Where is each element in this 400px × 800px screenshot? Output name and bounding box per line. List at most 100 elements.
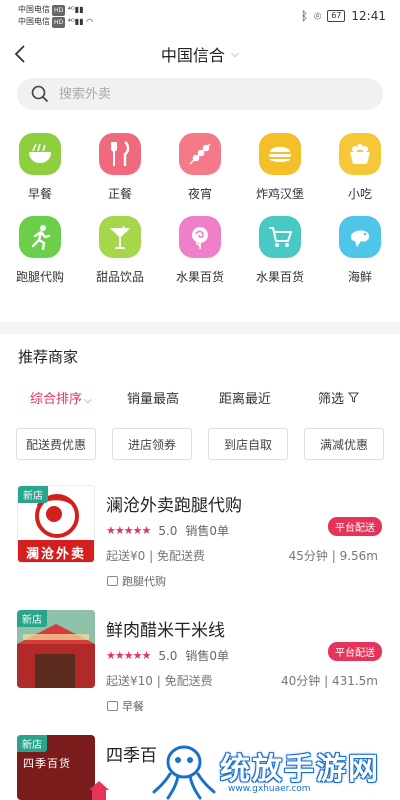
star-rating-icon: ★★★★★	[106, 524, 151, 537]
back-arrow-icon	[14, 45, 25, 63]
category-label: 小吃	[347, 187, 372, 201]
rating-value: 5.0	[158, 523, 178, 538]
chip-pickup[interactable]: 到店自取	[208, 428, 288, 460]
chip-delivery-discount[interactable]: 配送费优惠	[16, 428, 96, 460]
sort-label: 综合排序	[30, 392, 83, 407]
category-label: 跑腿代购	[15, 270, 64, 284]
shop-logo-text: 澜沧外卖	[25, 547, 86, 562]
page-title: 中国信合	[160, 46, 225, 65]
category-label: 正餐	[107, 187, 132, 201]
sort-sales[interactable]: 销量最高	[127, 388, 179, 407]
category-seafood[interactable]: 海鲜	[320, 216, 400, 285]
section-divider	[0, 322, 400, 334]
octopus-logo-icon	[152, 745, 216, 800]
cart-icon	[259, 216, 301, 258]
shop-logo: 新店 四季百货	[17, 735, 95, 800]
category-label: 早餐	[27, 187, 52, 201]
cocktail-icon	[99, 216, 141, 258]
skewer-icon	[179, 133, 221, 175]
shop-category: 早餐	[122, 700, 144, 713]
category-fruit-goods-1[interactable]: 水果百货	[160, 216, 240, 285]
shop-delivery-row: 起送¥10 | 免配送费 40分钟 | 431.5m	[106, 672, 378, 689]
filter-icon	[348, 392, 360, 403]
category-fruit-goods-2[interactable]: 水果百货	[240, 216, 320, 285]
chevron-down-icon: ⌵	[84, 395, 92, 406]
sort-composite[interactable]: 综合排序 ⌵	[30, 388, 92, 407]
category-late-night[interactable]: 夜宵	[160, 133, 240, 202]
platform-delivery-badge: 平台配送	[328, 642, 382, 661]
category-burger[interactable]: 炸鸡汉堡	[240, 133, 320, 202]
carrier-1: 中国电信	[18, 5, 50, 14]
watermark-url: www.gxhuaer.com	[228, 784, 311, 794]
shop-name: 澜沧外卖跑腿代购	[106, 496, 242, 516]
search-icon	[31, 85, 49, 103]
category-main-meal[interactable]: 正餐	[80, 133, 160, 202]
platform-delivery-badge: 平台配送	[328, 517, 382, 536]
star-rating-icon: ★★★★★	[106, 649, 151, 662]
delivery-fees: 起送¥10 | 免配送费	[106, 674, 213, 688]
category-grid: 早餐 正餐 夜宵 炸鸡汉堡 小吃 跑腿代购 甜品饮品 水果百货 水果百货 海鲜	[0, 133, 400, 285]
filter-button[interactable]: 筛选	[318, 388, 360, 407]
new-shop-tag: 新店	[18, 486, 48, 503]
category-snack[interactable]: 小吃	[320, 133, 400, 202]
back-button[interactable]	[14, 42, 36, 66]
new-shop-tag: 新店	[17, 735, 47, 752]
location-icon: ⌾	[314, 8, 322, 23]
shop-rating-row: ★★★★★ 5.0 销售0单	[106, 522, 229, 539]
location-selector[interactable]: 中国信合 ⌵	[161, 42, 239, 66]
shop-icon	[107, 576, 118, 586]
category-label: 水果百货	[175, 270, 224, 284]
wifi-icon: ⁴ᴳ▮▮ ◠	[67, 17, 94, 26]
category-label: 夜宵	[187, 187, 212, 201]
shop-icon	[107, 701, 118, 711]
burger-icon	[259, 133, 301, 175]
chip-store-coupon[interactable]: 进店领券	[112, 428, 192, 460]
shop-category-tag: 跑腿代购	[107, 573, 166, 589]
hd-badge: HD	[52, 17, 66, 28]
hd-badge: HD	[52, 5, 66, 16]
signal-icon: ⁴ᴳ▮▮	[67, 5, 84, 14]
category-label: 炸鸡汉堡	[255, 187, 304, 201]
rose-icon	[179, 216, 221, 258]
shop-logo: 新店 澜沧外卖	[17, 485, 95, 563]
shrimp-icon	[339, 216, 381, 258]
search-bar[interactable]	[17, 78, 383, 110]
shop-photo: 新店	[17, 610, 95, 688]
shop-category-tag: 早餐	[107, 698, 144, 714]
carrier-2: 中国电信	[18, 17, 50, 26]
shop-category: 跑腿代购	[122, 575, 166, 588]
home-tab-icon[interactable]	[88, 780, 110, 800]
delivery-fees: 起送¥0 | 免配送费	[106, 549, 205, 563]
runner-icon	[19, 216, 61, 258]
shop-card[interactable]: 新店 澜沧外卖 澜沧外卖跑腿代购 ★★★★★ 5.0 销售0单 平台配送 起送¥…	[0, 485, 400, 603]
nav-bar: 中国信合 ⌵	[0, 32, 400, 76]
shop-name: 鲜肉醋米干米线	[106, 621, 225, 641]
eta-distance: 40分钟 | 431.5m	[281, 674, 378, 688]
category-errand[interactable]: 跑腿代购	[0, 216, 80, 285]
watermark-text: 统放手游网	[220, 752, 380, 787]
shop-delivery-row: 起送¥0 | 免配送费 45分钟 | 9.56m	[106, 547, 378, 564]
battery-indicator: 67	[327, 10, 346, 22]
shop-rating-row: ★★★★★ 5.0 销售0单	[106, 647, 229, 664]
shop-logo-text: 四季百货	[23, 757, 71, 770]
category-dessert-drinks[interactable]: 甜品饮品	[80, 216, 160, 285]
sales-count: 销售0单	[185, 649, 230, 663]
category-label: 海鲜	[347, 270, 372, 284]
shop-card[interactable]: 新店 鲜肉醋米干米线 ★★★★★ 5.0 销售0单 平台配送 起送¥10 | 免…	[0, 610, 400, 728]
snack-icon	[339, 133, 381, 175]
section-title: 推荐商家	[18, 348, 79, 366]
status-bar: 中国电信 HD ⁴ᴳ▮▮ 中国电信 HD ⁴ᴳ▮▮ ◠ ᛒ ⌾ 67 12:41	[0, 0, 400, 32]
category-breakfast[interactable]: 早餐	[0, 133, 80, 202]
rating-value: 5.0	[158, 648, 178, 663]
filter-label: 筛选	[318, 392, 345, 407]
eta-distance: 45分钟 | 9.56m	[288, 549, 378, 563]
clock: 12:41	[351, 9, 386, 23]
carrier-info: 中国电信 HD ⁴ᴳ▮▮ 中国电信 HD ⁴ᴳ▮▮ ◠	[18, 4, 93, 28]
chip-full-reduction[interactable]: 满减优惠	[304, 428, 384, 460]
category-label: 水果百货	[255, 270, 304, 284]
noodle-bowl-icon	[19, 133, 61, 175]
sort-distance[interactable]: 距离最近	[219, 388, 271, 407]
search-input[interactable]	[59, 86, 319, 102]
new-shop-tag: 新店	[17, 610, 47, 627]
sort-bar: 综合排序 ⌵ 销量最高 距离最近 筛选	[0, 388, 400, 408]
